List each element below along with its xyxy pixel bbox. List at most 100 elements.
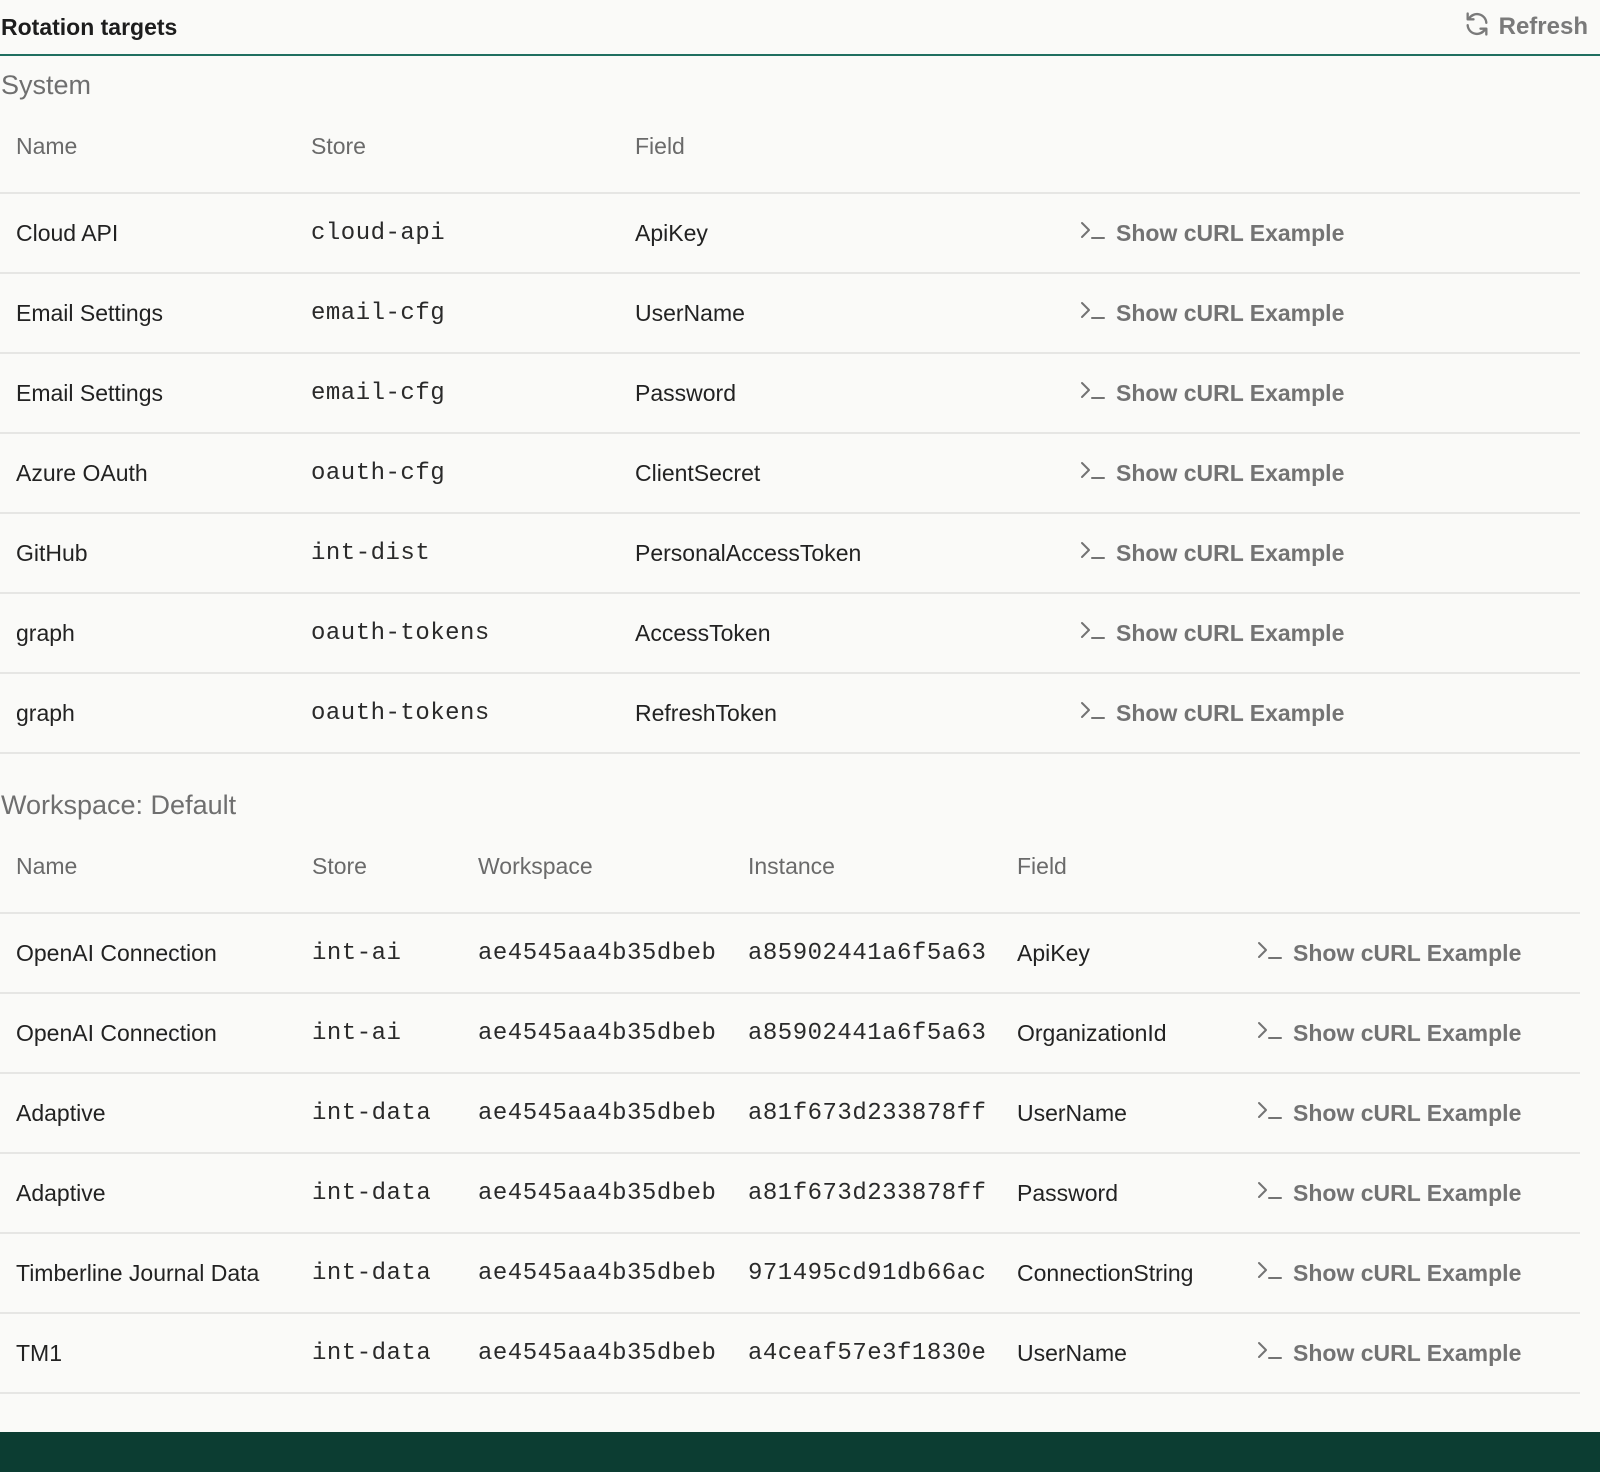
cell-store: int-data: [296, 1313, 462, 1394]
show-curl-example-label: Show cURL Example: [1116, 619, 1345, 646]
cell-instance: a85902441a6f5a63: [732, 993, 1001, 1074]
table-row: Adaptive int-data ae4545aa4b35dbeb a81f673d…: [0, 1073, 1580, 1154]
terminal-icon: [1257, 1259, 1283, 1287]
cell-store: oauth-tokens: [295, 673, 619, 754]
terminal-icon: [1257, 1019, 1283, 1047]
actions-cell: Show cURL Example: [1241, 1073, 1580, 1154]
cell-name: Adaptive: [0, 1153, 296, 1234]
actions-cell: Show cURL Example: [1241, 913, 1580, 994]
cell-instance: a81f673d233878ff: [732, 1073, 1001, 1154]
table-row: Email Settings email-cfg UserName Show cURL…: [0, 273, 1580, 354]
cell-field: UserName: [619, 273, 1064, 354]
show-curl-example-label: Show cURL Example: [1293, 1179, 1522, 1206]
show-curl-example-button[interactable]: Show cURL Example: [1080, 379, 1344, 407]
col-header-name: Name: [0, 101, 295, 194]
col-header-field: Field: [1001, 821, 1241, 914]
cell-field: UserName: [1001, 1073, 1241, 1154]
show-curl-example-label: Show cURL Example: [1293, 1259, 1522, 1286]
cell-store: cloud-api: [295, 193, 619, 274]
workspace-table: Name Store Workspace Instance Field Open…: [0, 821, 1580, 1394]
refresh-label: Refresh: [1498, 13, 1588, 40]
refresh-icon: [1463, 10, 1491, 45]
cell-field: OrganizationId: [1001, 993, 1241, 1074]
cell-store: int-dist: [295, 513, 619, 594]
actions-cell: Show cURL Example: [1064, 593, 1580, 674]
cell-field: AccessToken: [619, 593, 1064, 674]
show-curl-example-button[interactable]: Show cURL Example: [1080, 619, 1344, 647]
show-curl-example-label: Show cURL Example: [1116, 379, 1345, 406]
actions-cell: Show cURL Example: [1064, 193, 1580, 274]
cell-name: Cloud API: [0, 193, 295, 274]
cell-workspace: ae4545aa4b35dbeb: [462, 913, 732, 994]
show-curl-example-button[interactable]: Show cURL Example: [1257, 939, 1521, 967]
footer-bar: [0, 1432, 1600, 1472]
show-curl-example-label: Show cURL Example: [1116, 459, 1345, 486]
show-curl-example-button[interactable]: Show cURL Example: [1257, 1019, 1521, 1047]
show-curl-example-button[interactable]: Show cURL Example: [1080, 459, 1344, 487]
refresh-button[interactable]: Refresh: [1463, 10, 1588, 45]
page-title: Rotation targets: [1, 13, 178, 40]
table-row: Timberline Journal Data int-data ae4545aa4…: [0, 1233, 1580, 1314]
cell-store: int-ai: [296, 913, 462, 994]
terminal-icon: [1080, 699, 1106, 727]
workspace-header-row: Name Store Workspace Instance Field: [0, 821, 1580, 914]
cell-workspace: ae4545aa4b35dbeb: [462, 1313, 732, 1394]
show-curl-example-label: Show cURL Example: [1293, 939, 1522, 966]
show-curl-example-label: Show cURL Example: [1116, 539, 1345, 566]
page-header: Rotation targets Refresh: [0, 0, 1600, 56]
show-curl-example-button[interactable]: Show cURL Example: [1080, 539, 1344, 567]
show-curl-example-label: Show cURL Example: [1293, 1099, 1522, 1126]
terminal-icon: [1257, 1339, 1283, 1367]
cell-workspace: ae4545aa4b35dbeb: [462, 1153, 732, 1234]
show-curl-example-label: Show cURL Example: [1116, 699, 1345, 726]
show-curl-example-label: Show cURL Example: [1293, 1339, 1522, 1366]
cell-store: email-cfg: [295, 353, 619, 434]
show-curl-example-button[interactable]: Show cURL Example: [1257, 1339, 1521, 1367]
cell-store: int-data: [296, 1233, 462, 1314]
table-row: TM1 int-data ae4545aa4b35dbeb a4ceaf57e3f18…: [0, 1313, 1580, 1394]
terminal-icon: [1080, 299, 1106, 327]
cell-name: Timberline Journal Data: [0, 1233, 296, 1314]
cell-name: Email Settings: [0, 353, 295, 434]
cell-name: graph: [0, 593, 295, 674]
cell-instance: a4ceaf57e3f1830e: [732, 1313, 1001, 1394]
table-row: Email Settings email-cfg Password Show cURL…: [0, 353, 1580, 434]
cell-name: Azure OAuth: [0, 433, 295, 514]
table-row: OpenAI Connection int-ai ae4545aa4b35dbeb a…: [0, 993, 1580, 1074]
cell-name: Email Settings: [0, 273, 295, 354]
actions-cell: Show cURL Example: [1064, 353, 1580, 434]
terminal-icon: [1080, 459, 1106, 487]
actions-cell: Show cURL Example: [1241, 1313, 1580, 1394]
show-curl-example-label: Show cURL Example: [1293, 1019, 1522, 1046]
cell-store: oauth-tokens: [295, 593, 619, 674]
cell-instance: a81f673d233878ff: [732, 1153, 1001, 1234]
show-curl-example-button[interactable]: Show cURL Example: [1257, 1259, 1521, 1287]
system-table: Name Store Field Cloud API cloud-api ApiKe…: [0, 101, 1580, 754]
actions-cell: Show cURL Example: [1064, 513, 1580, 594]
table-row: graph oauth-tokens RefreshToken Show cURL E…: [0, 673, 1580, 754]
terminal-icon: [1257, 939, 1283, 967]
col-header-name: Name: [0, 821, 296, 914]
system-header-row: Name Store Field: [0, 101, 1580, 194]
show-curl-example-button[interactable]: Show cURL Example: [1257, 1099, 1521, 1127]
cell-field: ConnectionString: [1001, 1233, 1241, 1314]
workspace-section-title: Workspace: Default: [1, 790, 237, 820]
terminal-icon: [1080, 539, 1106, 567]
show-curl-example-button[interactable]: Show cURL Example: [1080, 299, 1344, 327]
cell-name: OpenAI Connection: [0, 993, 296, 1074]
show-curl-example-button[interactable]: Show cURL Example: [1257, 1179, 1521, 1207]
cell-store: email-cfg: [295, 273, 619, 354]
cell-field: Password: [619, 353, 1064, 434]
cell-store: int-data: [296, 1153, 462, 1234]
table-row: graph oauth-tokens AccessToken Show cURL Ex…: [0, 593, 1580, 674]
cell-field: PersonalAccessToken: [619, 513, 1064, 594]
show-curl-example-button[interactable]: Show cURL Example: [1080, 699, 1344, 727]
show-curl-example-button[interactable]: Show cURL Example: [1080, 219, 1344, 247]
cell-name: GitHub: [0, 513, 295, 594]
table-row: OpenAI Connection int-ai ae4545aa4b35dbeb a…: [0, 913, 1580, 994]
cell-store: oauth-cfg: [295, 433, 619, 514]
actions-cell: Show cURL Example: [1241, 1233, 1580, 1314]
terminal-icon: [1257, 1099, 1283, 1127]
system-section-title: System: [1, 70, 92, 100]
cell-name: Adaptive: [0, 1073, 296, 1154]
